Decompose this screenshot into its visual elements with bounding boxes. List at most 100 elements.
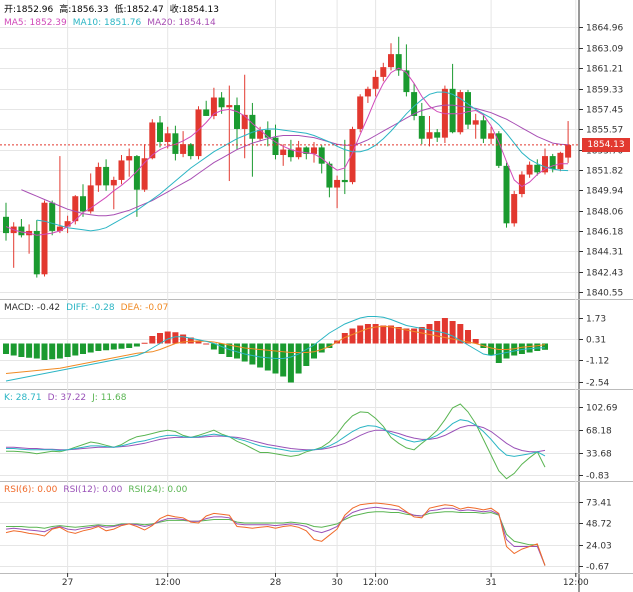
legend-j: J: 11.68 [92,393,127,403]
macd-bar [241,343,248,362]
ohlc-legend: 开:1852.96 高:1856.33 低:1852.47 收:1854.13 [4,5,225,16]
x-tick-label: 27 [62,578,73,588]
y-tick-label: 1846.18 [586,228,623,238]
candle-body [526,164,533,175]
macd-bar [303,343,310,366]
macd-bar [133,343,140,347]
candle-body [488,133,495,139]
candle-body [157,122,163,142]
y-tick-label: 1859.33 [586,86,623,96]
macd-bar [449,321,456,344]
candle-body [364,88,371,97]
stock-chart: 1864.96 1863.09 1861.21 1859.33 1857.45 1855.… [0,0,633,592]
candle-body [372,76,379,89]
y-tick-label: 1849.94 [586,187,623,197]
y-tick-label: -0.67 [586,563,609,573]
legend-ma10: MA10: 1851.76 [72,18,142,28]
macd-bar [534,343,541,351]
legend-rsi12: RSI(12): 0.00 [63,485,123,495]
candle-body [480,120,487,139]
y-tick-label: 1864.96 [586,24,623,34]
candle-body [287,149,294,158]
legend-low: 低:1852.47 [114,5,164,15]
macd-bar [95,343,102,351]
candle-body [3,216,9,234]
y-tick-label: 24.03 [586,542,612,552]
macd-bar [87,343,94,353]
legend-ma5: MA5: 1852.39 [4,18,67,28]
candle-body [249,114,256,139]
macd-bar [126,343,133,348]
candle-body [95,166,102,186]
candle-body [380,67,387,77]
y-tick-label: -1.12 [586,357,609,367]
y-tick-label: -2.54 [586,379,610,389]
macd-bar [511,343,518,356]
candle-body [334,179,341,188]
candle-body [203,109,210,116]
y-tick-label: 1857.45 [586,106,623,116]
y-tick-label: 102.69 [586,404,618,414]
y-tick-label: 73.41 [586,499,612,509]
macd-bar [10,343,17,356]
macd-bar [488,343,495,356]
current-price-tag: 1854.13 [582,137,630,152]
legend-high: 高:1856.33 [59,5,109,15]
candle-body [426,132,433,139]
macd-bar [357,325,364,344]
candle-body [33,230,40,275]
macd-bar [141,342,148,344]
candle-body [118,160,125,180]
ma-legend: MA5: 1852.39 MA10: 1851.76 MA20: 1854.14 [4,18,222,29]
x-tick-label: 12:00 [363,578,389,588]
candle-body [341,179,348,183]
legend-diff: DIFF: -0.28 [66,303,115,313]
candle-body [218,97,225,108]
macd-bar [418,327,425,344]
macd-bar [118,343,125,349]
y-tick-label: 1863.09 [586,45,623,55]
macd-bar [257,343,264,368]
candle-body [349,128,356,183]
macd-bar [33,343,40,359]
rsi-legend: RSI(6): 0.00 RSI(12): 0.00 RSI(24): 0.00 [4,485,193,496]
y-tick-label: -0.83 [586,472,609,482]
y-tick-label: 1840.55 [586,289,623,299]
macd-bar [80,343,86,354]
candle-body [41,202,48,275]
candle-body [180,144,187,154]
x-tick-label: 12:00 [155,578,181,588]
candle-body [149,122,156,159]
macd-bar [218,343,225,354]
candle-body [465,92,471,125]
x-tick-label: 12:00 [563,578,589,588]
candle-body [49,202,56,231]
legend-dea: DEA: -0.07 [120,303,169,313]
macd-bar [18,343,25,357]
macd-bar [441,318,448,344]
macd-bar [380,325,387,344]
macd-bar [26,343,33,358]
candle-body [80,196,86,212]
candle-body [388,54,394,68]
macd-bar [364,324,371,344]
y-tick-label: 1848.06 [586,208,623,218]
y-tick-label: 1851.82 [586,167,623,177]
y-tick-label: 33.68 [586,450,612,460]
macd-bar [110,343,117,350]
candle-body [534,164,541,173]
macd-bar [518,343,525,354]
y-tick-label: 1842.43 [586,269,623,279]
candle-body [557,152,564,170]
macd-bar [41,343,48,360]
macd-bar [103,343,110,351]
legend-open: 开:1852.96 [4,5,54,15]
macd-bar [3,343,9,354]
candle-body [226,105,233,108]
macd-bar [395,327,402,344]
panel-frames [0,0,633,592]
legend-close: 收:1854.13 [169,5,219,15]
macd-bar [526,343,533,353]
candle-body [187,144,194,157]
y-tick-label: 0.31 [586,336,606,346]
